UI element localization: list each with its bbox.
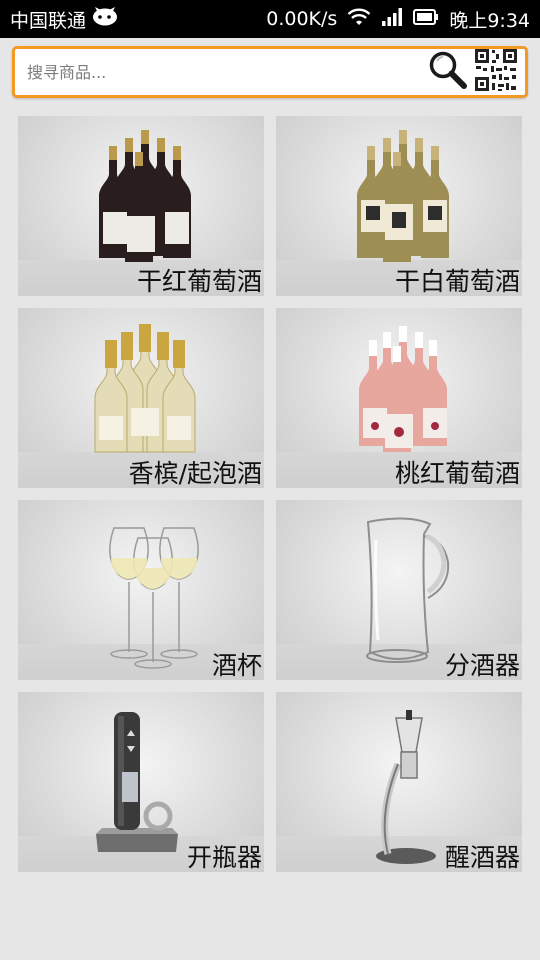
category-tile-champagne[interactable]: 香槟/起泡酒 bbox=[18, 308, 264, 488]
category-label: 酒杯 bbox=[211, 651, 262, 680]
search-icon bbox=[427, 49, 469, 95]
category-tile-wine-glasses[interactable]: 酒杯 bbox=[18, 500, 264, 680]
chat-bubble-icon bbox=[92, 6, 118, 32]
category-tile-decanter-pitcher[interactable]: 分酒器 bbox=[276, 500, 522, 680]
category-tile-red-wine[interactable]: 干红葡萄酒 bbox=[18, 116, 264, 296]
wifi-icon bbox=[347, 7, 371, 32]
category-tile-rose-wine[interactable]: 桃红葡萄酒 bbox=[276, 308, 522, 488]
qr-code-icon bbox=[474, 48, 518, 96]
carrier-name: 中国联通 bbox=[10, 9, 87, 32]
search-button[interactable] bbox=[425, 49, 471, 95]
category-grid: 干红葡萄酒 干白葡萄酒 香槟/起泡酒 桃红葡萄酒 酒杯 分酒器 开瓶器 醒酒器 bbox=[18, 116, 522, 872]
clock: 晚上9:34 bbox=[449, 9, 530, 32]
category-label: 分酒器 bbox=[444, 651, 520, 680]
category-label: 桃红葡萄酒 bbox=[394, 459, 520, 488]
category-tile-aerator[interactable]: 醒酒器 bbox=[276, 692, 522, 872]
category-label: 醒酒器 bbox=[444, 843, 520, 872]
qr-scan-button[interactable] bbox=[471, 49, 521, 95]
signal-icon bbox=[381, 7, 403, 32]
category-label: 干红葡萄酒 bbox=[136, 267, 262, 296]
category-tile-corkscrew[interactable]: 开瓶器 bbox=[18, 692, 264, 872]
category-tile-white-wine[interactable]: 干白葡萄酒 bbox=[276, 116, 522, 296]
network-speed: 0.00K/s bbox=[266, 8, 338, 30]
search-bar bbox=[12, 46, 528, 98]
category-label: 香槟/起泡酒 bbox=[128, 459, 262, 488]
category-label: 开瓶器 bbox=[186, 843, 262, 872]
category-label: 干白葡萄酒 bbox=[394, 267, 520, 296]
search-input[interactable] bbox=[27, 62, 425, 82]
battery-icon bbox=[413, 8, 439, 31]
status-bar: 中国联通 0.00K/s 晚上9:34 bbox=[0, 0, 540, 38]
